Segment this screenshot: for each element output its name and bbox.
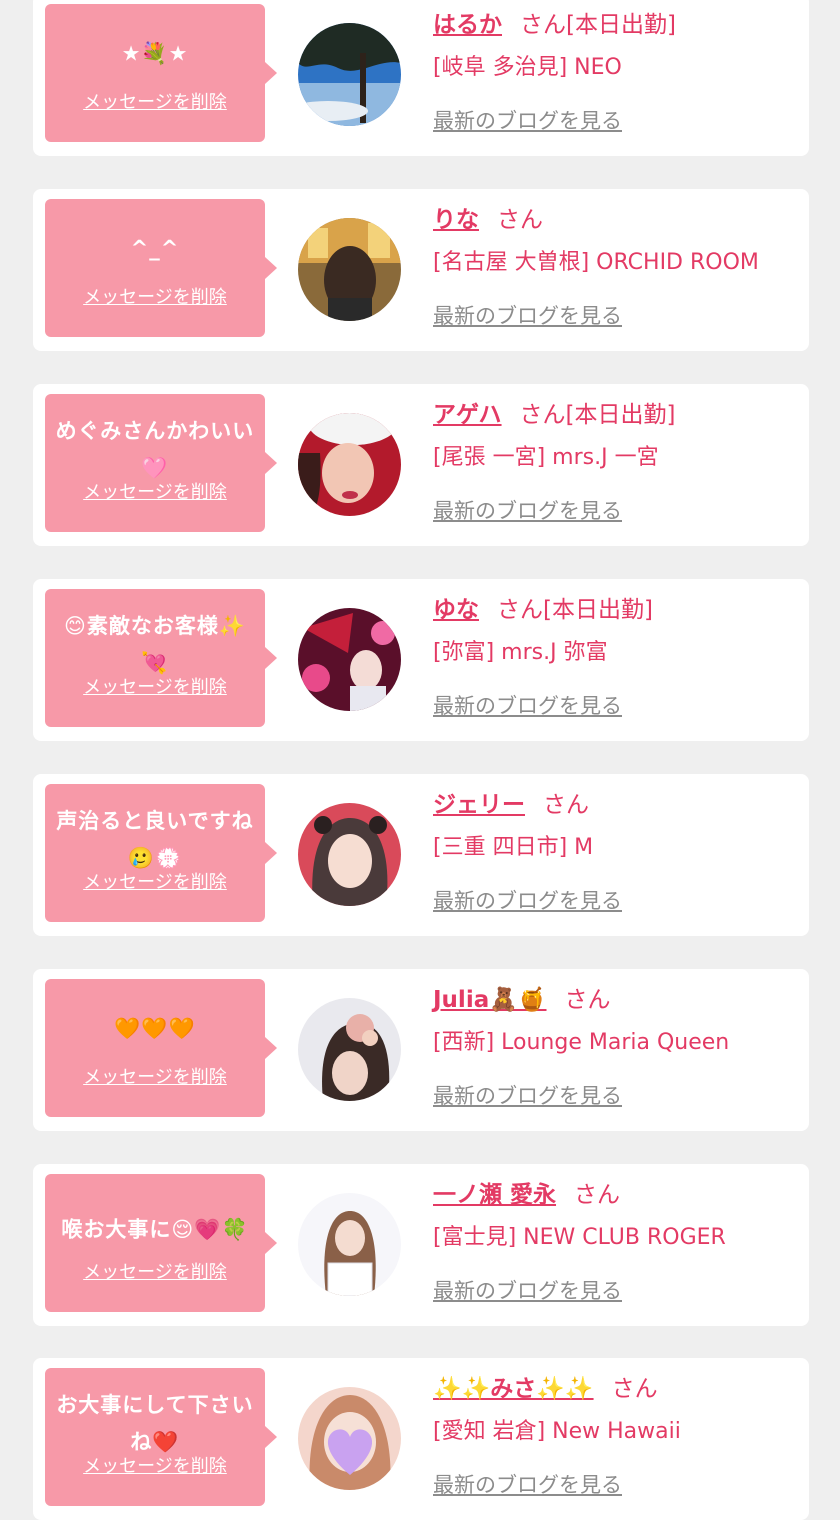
- profile-info: りな さん [名古屋 大曽根] ORCHID ROOM 最新のブログを見る: [433, 203, 799, 330]
- san-suffix: さん: [564, 987, 611, 1013]
- avatar[interactable]: [298, 218, 401, 321]
- shop-location: [岐阜 多治見] NEO: [433, 55, 622, 80]
- message-bubble: 声治ると良いですね🥲💮 メッセージを削除: [45, 784, 277, 922]
- delete-message-link[interactable]: メッセージを削除: [45, 1063, 265, 1089]
- avatar-photo: [298, 413, 401, 516]
- work-status: [本日出勤]: [565, 402, 676, 428]
- latest-blog-link[interactable]: 最新のブログを見る: [433, 300, 622, 330]
- profile-name-link[interactable]: Julia🧸🍯: [433, 987, 547, 1013]
- shop-location: [富士見] NEW CLUB ROGER: [433, 1225, 726, 1250]
- shop-location: [弥富] mrs.J 弥富: [433, 640, 608, 665]
- profile-name-link[interactable]: ✨✨みさ✨✨: [433, 1376, 594, 1402]
- avatar-photo: [298, 998, 401, 1101]
- latest-blog-link[interactable]: 最新のブログを見る: [433, 1469, 622, 1499]
- avatar[interactable]: [298, 803, 401, 906]
- san-suffix: さん: [574, 1182, 621, 1208]
- avatar[interactable]: [298, 998, 401, 1101]
- message-bubble: ^_^ メッセージを削除: [45, 199, 277, 337]
- profile-info: Julia🧸🍯 さん [西新] Lounge Maria Queen 最新のブログ…: [433, 983, 799, 1110]
- message-text: 🧡🧡🧡: [114, 1016, 196, 1041]
- avatar[interactable]: [298, 1193, 401, 1296]
- latest-blog-link[interactable]: 最新のブログを見る: [433, 1080, 622, 1110]
- avatar[interactable]: [298, 1387, 401, 1490]
- latest-blog-link[interactable]: 最新のブログを見る: [433, 495, 622, 525]
- profile-info: ジェリー さん [三重 四日市] M 最新のブログを見る: [433, 788, 799, 915]
- san-suffix: さん: [497, 597, 543, 623]
- shop-location: [三重 四日市] M: [433, 835, 594, 860]
- san-suffix: さん: [543, 792, 589, 818]
- message-card: 声治ると良いですね🥲💮 メッセージを削除 ジェリー さん [三重 四日市] M 最…: [33, 774, 809, 936]
- message-bubble: 😊素敵なお客様✨💘 メッセージを削除: [45, 589, 277, 727]
- profile-name-link[interactable]: アゲハ: [433, 402, 502, 428]
- message-bubble: 喉お大事に😌💗🍀 メッセージを削除: [45, 1174, 277, 1312]
- delete-message-link[interactable]: メッセージを削除: [45, 88, 265, 114]
- profile-name-link[interactable]: 一ノ瀬 愛永: [433, 1182, 556, 1208]
- shop-location: [愛知 岩倉] New Hawaii: [433, 1419, 681, 1444]
- delete-message-link[interactable]: メッセージを削除: [45, 1452, 265, 1478]
- work-status: [本日出勤]: [543, 597, 653, 623]
- message-bubble: めぐみさんかわいい🩷 メッセージを削除: [45, 394, 277, 532]
- san-suffix: さん: [497, 207, 543, 233]
- work-status: [本日出勤]: [566, 12, 676, 38]
- message-text: ^_^: [130, 236, 180, 261]
- profile-name-link[interactable]: はるか: [433, 12, 502, 38]
- message-card: 喉お大事に😌💗🍀 メッセージを削除 一ノ瀬 愛永 さん [富士見] NEW CLU…: [33, 1164, 809, 1326]
- profile-name-link[interactable]: ゆな: [433, 597, 479, 623]
- profile-info: はるか さん[本日出勤] [岐阜 多治見] NEO 最新のブログを見る: [433, 8, 799, 135]
- message-text: ★💐★: [121, 41, 189, 66]
- san-suffix: さん: [520, 12, 566, 38]
- avatar-photo: [298, 1193, 401, 1296]
- delete-message-link[interactable]: メッセージを削除: [45, 283, 265, 309]
- message-bubble: 🧡🧡🧡 メッセージを削除: [45, 979, 277, 1117]
- message-text: 声治ると良いですね🥲💮: [56, 809, 254, 870]
- message-card: お大事にして下さいね❤️ メッセージを削除 ✨✨みさ✨✨ さん [愛知 岩倉] N…: [33, 1358, 809, 1520]
- latest-blog-link[interactable]: 最新のブログを見る: [433, 1275, 622, 1305]
- message-text: 😊素敵なお客様✨💘: [63, 614, 247, 675]
- profile-name-link[interactable]: ジェリー: [433, 792, 525, 818]
- shop-location: [尾張 一宮] mrs.J 一宮: [433, 445, 659, 470]
- avatar[interactable]: [298, 608, 401, 711]
- shop-location: [西新] Lounge Maria Queen: [433, 1030, 730, 1055]
- delete-message-link[interactable]: メッセージを削除: [45, 673, 265, 699]
- san-suffix: さん: [519, 402, 566, 428]
- message-card: ^_^ メッセージを削除 りな さん [名古屋 大曽根] ORCHID ROOM …: [33, 189, 809, 351]
- message-card: 🧡🧡🧡 メッセージを削除 Julia🧸🍯 さん [西新] Lounge Maria…: [33, 969, 809, 1131]
- latest-blog-link[interactable]: 最新のブログを見る: [433, 105, 622, 135]
- profile-info: アゲハ さん[本日出勤] [尾張 一宮] mrs.J 一宮 最新のブログを見る: [433, 398, 799, 525]
- avatar-photo: [298, 23, 401, 126]
- avatar[interactable]: [298, 23, 401, 126]
- message-bubble: お大事にして下さいね❤️ メッセージを削除: [45, 1368, 277, 1506]
- profile-name-link[interactable]: りな: [433, 207, 479, 233]
- profile-info: 一ノ瀬 愛永 さん [富士見] NEW CLUB ROGER 最新のブログを見る: [433, 1178, 799, 1305]
- shop-location: [名古屋 大曽根] ORCHID ROOM: [433, 250, 759, 275]
- message-text: めぐみさんかわいい🩷: [55, 419, 255, 480]
- message-text: 喉お大事に😌💗🍀: [61, 1217, 249, 1242]
- message-card: ★💐★ メッセージを削除 はるか さん[本日出勤] [岐阜 多治見] NEO 最新…: [33, 0, 809, 156]
- message-card: 😊素敵なお客様✨💘 メッセージを削除 ゆな さん[本日出勤] [弥富] mrs.J…: [33, 579, 809, 741]
- avatar-photo: [298, 218, 401, 321]
- latest-blog-link[interactable]: 最新のブログを見る: [433, 885, 622, 915]
- delete-message-link[interactable]: メッセージを削除: [45, 478, 265, 504]
- san-suffix: さん: [611, 1376, 658, 1402]
- delete-message-link[interactable]: メッセージを削除: [45, 868, 265, 894]
- message-text: お大事にして下さいね❤️: [56, 1393, 254, 1454]
- profile-info: ✨✨みさ✨✨ さん [愛知 岩倉] New Hawaii 最新のブログを見る: [433, 1372, 799, 1499]
- message-bubble: ★💐★ メッセージを削除: [45, 4, 277, 142]
- avatar-photo: [298, 608, 401, 711]
- delete-message-link[interactable]: メッセージを削除: [45, 1258, 265, 1284]
- avatar-photo: [298, 803, 401, 906]
- avatar-photo: [298, 1387, 401, 1490]
- message-card: めぐみさんかわいい🩷 メッセージを削除 アゲハ さん[本日出勤] [尾張 一宮] …: [33, 384, 809, 546]
- avatar[interactable]: [298, 413, 401, 516]
- latest-blog-link[interactable]: 最新のブログを見る: [433, 690, 622, 720]
- profile-info: ゆな さん[本日出勤] [弥富] mrs.J 弥富 最新のブログを見る: [433, 593, 799, 720]
